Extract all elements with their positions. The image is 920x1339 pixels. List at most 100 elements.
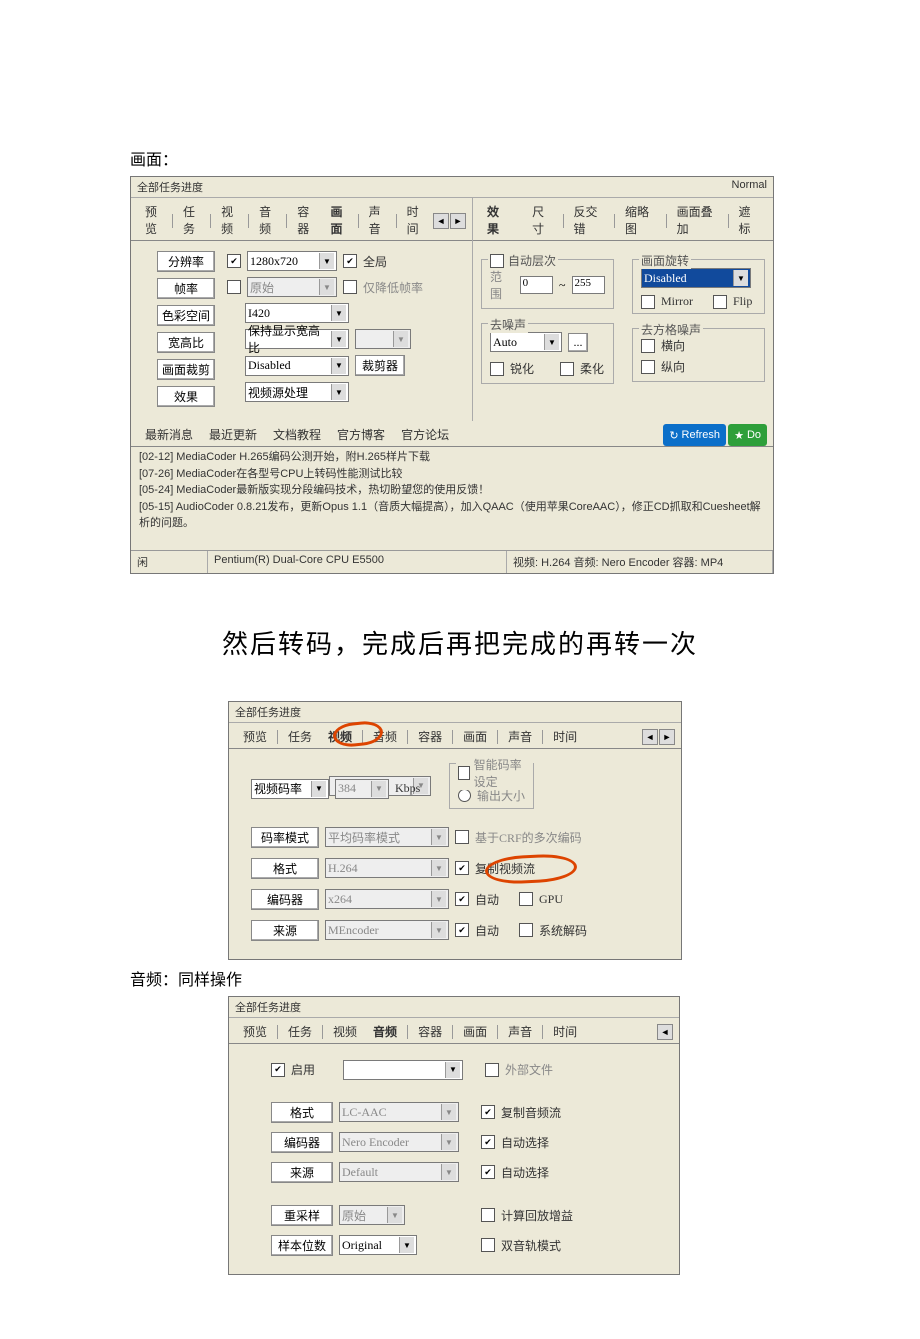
btn-encoder[interactable]: 编码器 bbox=[251, 889, 319, 910]
sel-resolution[interactable]: 1280x720▼ bbox=[247, 251, 337, 271]
inp-range-lo[interactable]: 0 bbox=[520, 276, 553, 294]
sel-fps[interactable]: 原始▼ bbox=[247, 277, 337, 297]
news-item[interactable]: [02-12] MediaCoder H.265编码公测开始，附H.265样片下… bbox=[139, 449, 765, 466]
chk-deblock-h[interactable] bbox=[641, 339, 655, 353]
chk-soft[interactable] bbox=[560, 362, 574, 376]
sel-denoise[interactable]: Auto▼ bbox=[490, 332, 562, 352]
btn-asrc[interactable]: 来源 bbox=[271, 1162, 333, 1183]
sel-colorspace[interactable]: I420▼ bbox=[245, 303, 349, 323]
inp-range-hi[interactable]: 255 bbox=[572, 276, 605, 294]
tab-container[interactable]: 容器 bbox=[410, 1021, 450, 1043]
chk-gpu[interactable] bbox=[519, 892, 533, 906]
btn-do[interactable]: ★ Do bbox=[728, 424, 767, 446]
news-item[interactable]: [07-26] MediaCoder在各型号CPU上转码性能测试比较 bbox=[139, 466, 765, 483]
news-item[interactable]: [05-24] MediaCoder最新版实现分段编码技术，热切盼望您的使用反馈… bbox=[139, 482, 765, 499]
tab-container[interactable]: 容器 bbox=[289, 201, 322, 240]
tab-task[interactable]: 任务 bbox=[175, 201, 208, 240]
tab-scroll-left[interactable]: ◄ bbox=[642, 729, 658, 745]
sel-rotate[interactable]: Disabled▼ bbox=[641, 268, 751, 288]
sel-aformat[interactable]: LC-AAC▼ bbox=[339, 1102, 459, 1122]
tab-video[interactable]: 视频 bbox=[325, 1021, 365, 1043]
btn-resample[interactable]: 重采样 bbox=[271, 1205, 333, 1226]
chk-copy[interactable]: ✔ bbox=[455, 861, 469, 875]
tab-task[interactable]: 任务 bbox=[280, 1021, 320, 1043]
btn-aenc[interactable]: 编码器 bbox=[271, 1132, 333, 1153]
sel-resample[interactable]: 原始▼ bbox=[339, 1205, 405, 1225]
chk-mirror[interactable] bbox=[641, 295, 655, 309]
tab-video[interactable]: 视频 bbox=[213, 201, 246, 240]
chk-smart[interactable] bbox=[458, 766, 470, 780]
tab-mask[interactable]: 遮标 bbox=[731, 201, 768, 240]
tab-size[interactable]: 尺寸 bbox=[524, 201, 561, 240]
chk-auto-enc[interactable]: ✔ bbox=[455, 892, 469, 906]
tab-preview[interactable]: 预览 bbox=[235, 1021, 275, 1043]
rad-output[interactable] bbox=[458, 789, 471, 802]
chk-flip[interactable] bbox=[713, 295, 727, 309]
chk-dual[interactable] bbox=[481, 1238, 495, 1252]
sel-asrc[interactable]: Default▼ bbox=[339, 1162, 459, 1182]
btn-aformat[interactable]: 格式 bbox=[271, 1102, 333, 1123]
sel-aspect[interactable]: 保持显示宽高比▼ bbox=[245, 329, 349, 349]
news-latest[interactable]: 最新消息 bbox=[137, 424, 201, 446]
chk-global[interactable]: ✔ bbox=[343, 254, 357, 268]
tab-picture[interactable]: 画面 bbox=[455, 1021, 495, 1043]
tab-time[interactable]: 时间 bbox=[545, 1021, 585, 1043]
sel-ratemode[interactable]: 平均码率模式▼ bbox=[325, 827, 449, 847]
chk-acopy[interactable]: ✔ bbox=[481, 1105, 495, 1119]
btn-fps[interactable]: 帧率 bbox=[157, 278, 215, 299]
tab-sound[interactable]: 声音 bbox=[361, 201, 394, 240]
sel-vbr-mode[interactable]: 视频码率▼ bbox=[251, 779, 329, 799]
chk-autolayer[interactable] bbox=[490, 254, 504, 268]
sel-encoder[interactable]: x264▼ bbox=[325, 889, 449, 909]
tab-time[interactable]: 时间 bbox=[399, 201, 432, 240]
chk-lowfps[interactable] bbox=[343, 280, 357, 294]
tab-scroll-right[interactable]: ► bbox=[659, 729, 675, 745]
news-blog[interactable]: 官方博客 bbox=[329, 424, 393, 446]
btn-effect[interactable]: 效果 bbox=[157, 386, 215, 407]
sel-aenc[interactable]: Nero Encoder▼ bbox=[339, 1132, 459, 1152]
chk-crf[interactable] bbox=[455, 830, 469, 844]
chk-gain[interactable] bbox=[481, 1208, 495, 1222]
chk-deblock-v[interactable] bbox=[641, 360, 655, 374]
btn-crop[interactable]: 画面裁剪 bbox=[157, 359, 215, 380]
sel-format[interactable]: H.264▼ bbox=[325, 858, 449, 878]
tab-preview[interactable]: 预览 bbox=[235, 726, 275, 748]
news-forum[interactable]: 官方论坛 bbox=[393, 424, 457, 446]
sel-aspect-val[interactable]: ▼ bbox=[355, 329, 411, 349]
chk-res[interactable]: ✔ bbox=[227, 254, 241, 268]
tab-scroll-left[interactable]: ◄ bbox=[657, 1024, 673, 1040]
btn-source[interactable]: 来源 bbox=[251, 920, 319, 941]
tab-picture[interactable]: 画面 bbox=[323, 201, 356, 240]
tab-scroll-left[interactable]: ◄ bbox=[433, 213, 449, 229]
news-item[interactable]: [05-15] AudioCoder 0.8.21发布，更新Opus 1.1（音… bbox=[139, 499, 765, 532]
tab-sound[interactable]: 声音 bbox=[500, 726, 540, 748]
tab-audio[interactable]: 音频 bbox=[251, 201, 284, 240]
tab-sound[interactable]: 声音 bbox=[500, 1021, 540, 1043]
tab-scroll-right[interactable]: ► bbox=[450, 213, 466, 229]
sel-bits[interactable]: Original▼ bbox=[339, 1235, 417, 1255]
btn-denoise-more[interactable]: ... bbox=[568, 333, 588, 352]
news-update[interactable]: 最近更新 bbox=[201, 424, 265, 446]
tab-deint[interactable]: 反交错 bbox=[565, 201, 612, 240]
btn-refresh[interactable]: ↻ Refresh bbox=[663, 424, 726, 446]
tab-audio[interactable]: 音频 bbox=[365, 726, 405, 748]
tab-picture[interactable]: 画面 bbox=[455, 726, 495, 748]
sel-crop[interactable]: Disabled▼ bbox=[245, 356, 349, 376]
chk-aauto1[interactable]: ✔ bbox=[481, 1135, 495, 1149]
tab-preview[interactable]: 预览 bbox=[137, 201, 170, 240]
tab-container[interactable]: 容器 bbox=[410, 726, 450, 748]
chk-sysdec[interactable] bbox=[519, 923, 533, 937]
chk-enable[interactable]: ✔ bbox=[271, 1063, 285, 1077]
tab-video[interactable]: 视频 bbox=[320, 726, 360, 748]
btn-bits[interactable]: 样本位数 bbox=[271, 1235, 333, 1256]
sel-effect[interactable]: 视频源处理▼ bbox=[245, 382, 349, 402]
chk-fps[interactable] bbox=[227, 280, 241, 294]
sel-audio-profile[interactable]: ▼ bbox=[343, 1060, 463, 1080]
btn-format[interactable]: 格式 bbox=[251, 858, 319, 879]
btn-cropper[interactable]: 裁剪器 bbox=[355, 355, 405, 376]
sel-source[interactable]: MEncoder▼ bbox=[325, 920, 449, 940]
chk-auto-src[interactable]: ✔ bbox=[455, 923, 469, 937]
tab-time[interactable]: 时间 bbox=[545, 726, 585, 748]
tab-thumb[interactable]: 缩略图 bbox=[617, 201, 664, 240]
btn-colorspace[interactable]: 色彩空间 bbox=[157, 305, 215, 326]
